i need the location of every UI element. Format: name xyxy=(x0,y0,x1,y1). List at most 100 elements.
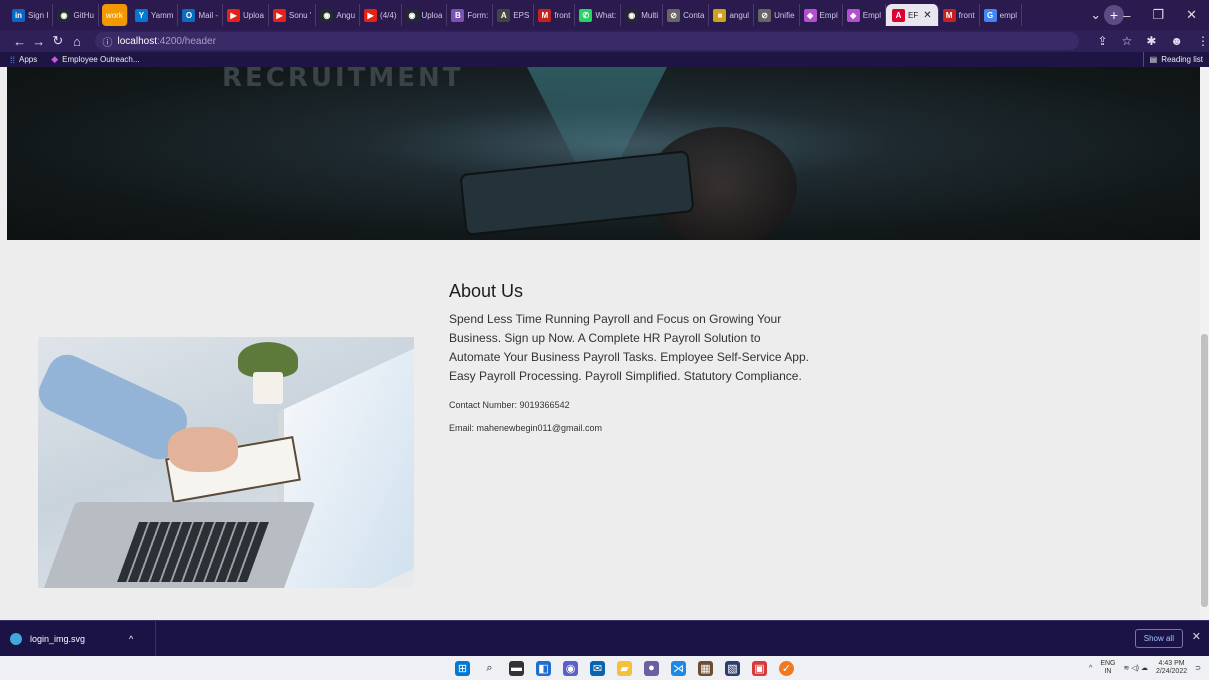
browser-window: in Sign I ◉ GitHu work Y Yamm O Mail - ▶ Uploa ▶ Son… xyxy=(0,0,1209,680)
windows-start-icon[interactable]: ⊞ xyxy=(455,660,470,676)
tab-search-icon[interactable]: ⌄ xyxy=(1090,7,1101,23)
github-icon: ◉ xyxy=(405,8,419,22)
tab-11[interactable]: A EPS xyxy=(493,4,535,26)
tab-6[interactable]: ▶ Sonu ' xyxy=(269,4,317,26)
tab-18[interactable]: ◆ Empl xyxy=(800,4,843,26)
chrome-icon[interactable]: ● xyxy=(644,660,659,676)
app-icon[interactable]: ▦ xyxy=(698,660,713,676)
scrollbar-thumb[interactable] xyxy=(1201,334,1208,607)
tab-label: Yamm xyxy=(150,10,174,20)
tab-12[interactable]: Mfront xyxy=(534,4,576,26)
bookmark-label: Apps xyxy=(19,55,38,64)
tab-16[interactable]: ■ angul xyxy=(709,4,755,26)
tab-7[interactable]: ◉ Angu xyxy=(316,4,361,26)
tab-3[interactable]: Y Yamm xyxy=(131,4,179,26)
task-view-icon[interactable]: ▬ xyxy=(509,660,524,676)
close-window-button[interactable]: ✕ xyxy=(1186,7,1197,23)
page-content: RECRUITMENT About Us Spend Less Time Run… xyxy=(7,67,1200,620)
reading-list-button[interactable]: ▤ Reading list xyxy=(1142,52,1203,67)
tab-label: Sonu ' xyxy=(288,10,312,20)
file-explorer-icon[interactable]: ▰ xyxy=(617,660,632,676)
tab-label: GitHu xyxy=(73,10,94,20)
forward-button[interactable]: → xyxy=(29,34,48,49)
tab-14[interactable]: ◉ Multi xyxy=(621,4,664,26)
contact-number: Contact Number: 9019366542 xyxy=(449,400,570,410)
widgets-icon[interactable]: ◧ xyxy=(536,660,551,676)
lang-bottom: IN xyxy=(1104,668,1112,675)
youtube-icon: ▶ xyxy=(227,8,241,22)
reload-button[interactable]: ↻ xyxy=(48,33,67,49)
github-icon: ◉ xyxy=(320,8,334,22)
tab-label: Conta xyxy=(683,10,705,20)
download-shelf: login_img.svg ^ Show all ✕ xyxy=(0,620,1209,656)
app-icon[interactable]: ▧ xyxy=(725,660,740,676)
close-icon[interactable]: ✕ xyxy=(1192,630,1201,643)
notification-icon[interactable]: ⊃ xyxy=(1195,664,1201,672)
tab-label: Angu xyxy=(336,10,356,20)
tab-1[interactable]: ◉ GitHu xyxy=(53,4,99,26)
tab-0[interactable]: in Sign I xyxy=(8,4,54,26)
home-button[interactable]: ⌂ xyxy=(67,34,86,49)
app-icon: ◆ xyxy=(803,8,817,22)
google-icon: G xyxy=(983,8,997,22)
bookmark-employee-outreach[interactable]: ◆ Employee Outreach... xyxy=(51,54,139,65)
tab-21[interactable]: Mfront xyxy=(939,4,980,26)
url-host: localhost xyxy=(117,35,157,47)
tab-label: Empl xyxy=(862,10,881,20)
tab-5[interactable]: ▶ Uploa xyxy=(223,4,269,26)
menu-kebab-icon[interactable]: ⋮ xyxy=(1197,34,1209,48)
tab-label: front xyxy=(554,10,571,20)
wifi-volume-icons[interactable]: ≋ ◁) ☁ xyxy=(1123,664,1147,672)
download-item[interactable]: login_img.svg ^ xyxy=(0,621,156,656)
download-filename: login_img.svg xyxy=(30,633,86,644)
tab-20[interactable]: A EF ✕ xyxy=(885,4,939,26)
tab-label: Uploa xyxy=(421,10,443,20)
tab-label: Sign I xyxy=(28,10,49,20)
tab-label: Form: xyxy=(467,10,489,20)
system-tray: ^ ENG IN ≋ ◁) ☁ 4:43 PM 2/24/2022 ⊃ xyxy=(1089,656,1201,680)
tab-9[interactable]: ◉ Uploa xyxy=(402,4,448,26)
close-tab-icon[interactable]: ✕ xyxy=(923,10,931,21)
minimize-button[interactable]: – xyxy=(1123,8,1130,23)
youtube-icon: ▶ xyxy=(272,8,286,22)
laptop-screen xyxy=(278,342,414,588)
search-icon[interactable]: ⌕ xyxy=(482,661,497,676)
bookmark-star-icon[interactable]: ☆ xyxy=(1122,34,1133,48)
back-button[interactable]: ← xyxy=(10,34,29,49)
tab-15[interactable]: ⊘ Conta xyxy=(663,4,710,26)
globe-icon: ⊘ xyxy=(758,8,772,22)
chevron-up-icon[interactable]: ^ xyxy=(1089,665,1092,672)
vscode-icon[interactable]: ⋊ xyxy=(671,660,686,676)
tab-8[interactable]: ▶ (4/4) xyxy=(360,4,402,26)
window-controls: ⌄ – ❐ ✕ xyxy=(1090,0,1209,30)
chevron-up-icon[interactable]: ^ xyxy=(129,634,133,644)
chat-icon[interactable]: ◉ xyxy=(563,660,578,676)
tab-13[interactable]: ✆ What: xyxy=(575,4,622,26)
tab-10[interactable]: B Form: xyxy=(447,4,494,26)
language-indicator[interactable]: ENG IN xyxy=(1100,660,1115,676)
app-icon: ◆ xyxy=(846,8,860,22)
page-scrollbar[interactable] xyxy=(1200,67,1209,620)
yammer-icon: Y xyxy=(134,8,148,22)
tab-22[interactable]: Gempl xyxy=(980,4,1022,26)
tab-4[interactable]: O Mail - xyxy=(178,4,224,26)
restore-button[interactable]: ❐ xyxy=(1152,7,1164,23)
mail-icon[interactable]: ✉ xyxy=(590,660,605,676)
clock[interactable]: 4:43 PM 2/24/2022 xyxy=(1156,660,1187,676)
show-all-button[interactable]: Show all xyxy=(1134,629,1183,648)
share-icon[interactable]: ⇪ xyxy=(1097,34,1107,48)
profile-avatar[interactable]: ☻ xyxy=(1170,34,1183,48)
app-icon[interactable]: ✓ xyxy=(779,660,794,676)
site-info-icon[interactable]: ⓘ xyxy=(103,34,113,49)
bookmark-apps[interactable]: ⁞⁞ Apps xyxy=(10,55,37,65)
app-icon[interactable]: ▣ xyxy=(752,660,767,676)
url-path: :4200/header xyxy=(156,35,216,47)
tab-17[interactable]: ⊘ Unifie xyxy=(754,4,800,26)
hero-banner-image: RECRUITMENT xyxy=(7,67,1200,240)
linkedin-icon: in xyxy=(12,8,25,22)
tab-label: (4/4) xyxy=(380,10,397,20)
address-bar[interactable]: ⓘ localhost:4200/header xyxy=(94,32,1080,50)
tab-2[interactable]: work xyxy=(101,4,128,26)
tab-19[interactable]: ◆ Empl xyxy=(843,4,886,26)
extensions-icon[interactable]: ✱ xyxy=(1146,34,1156,48)
